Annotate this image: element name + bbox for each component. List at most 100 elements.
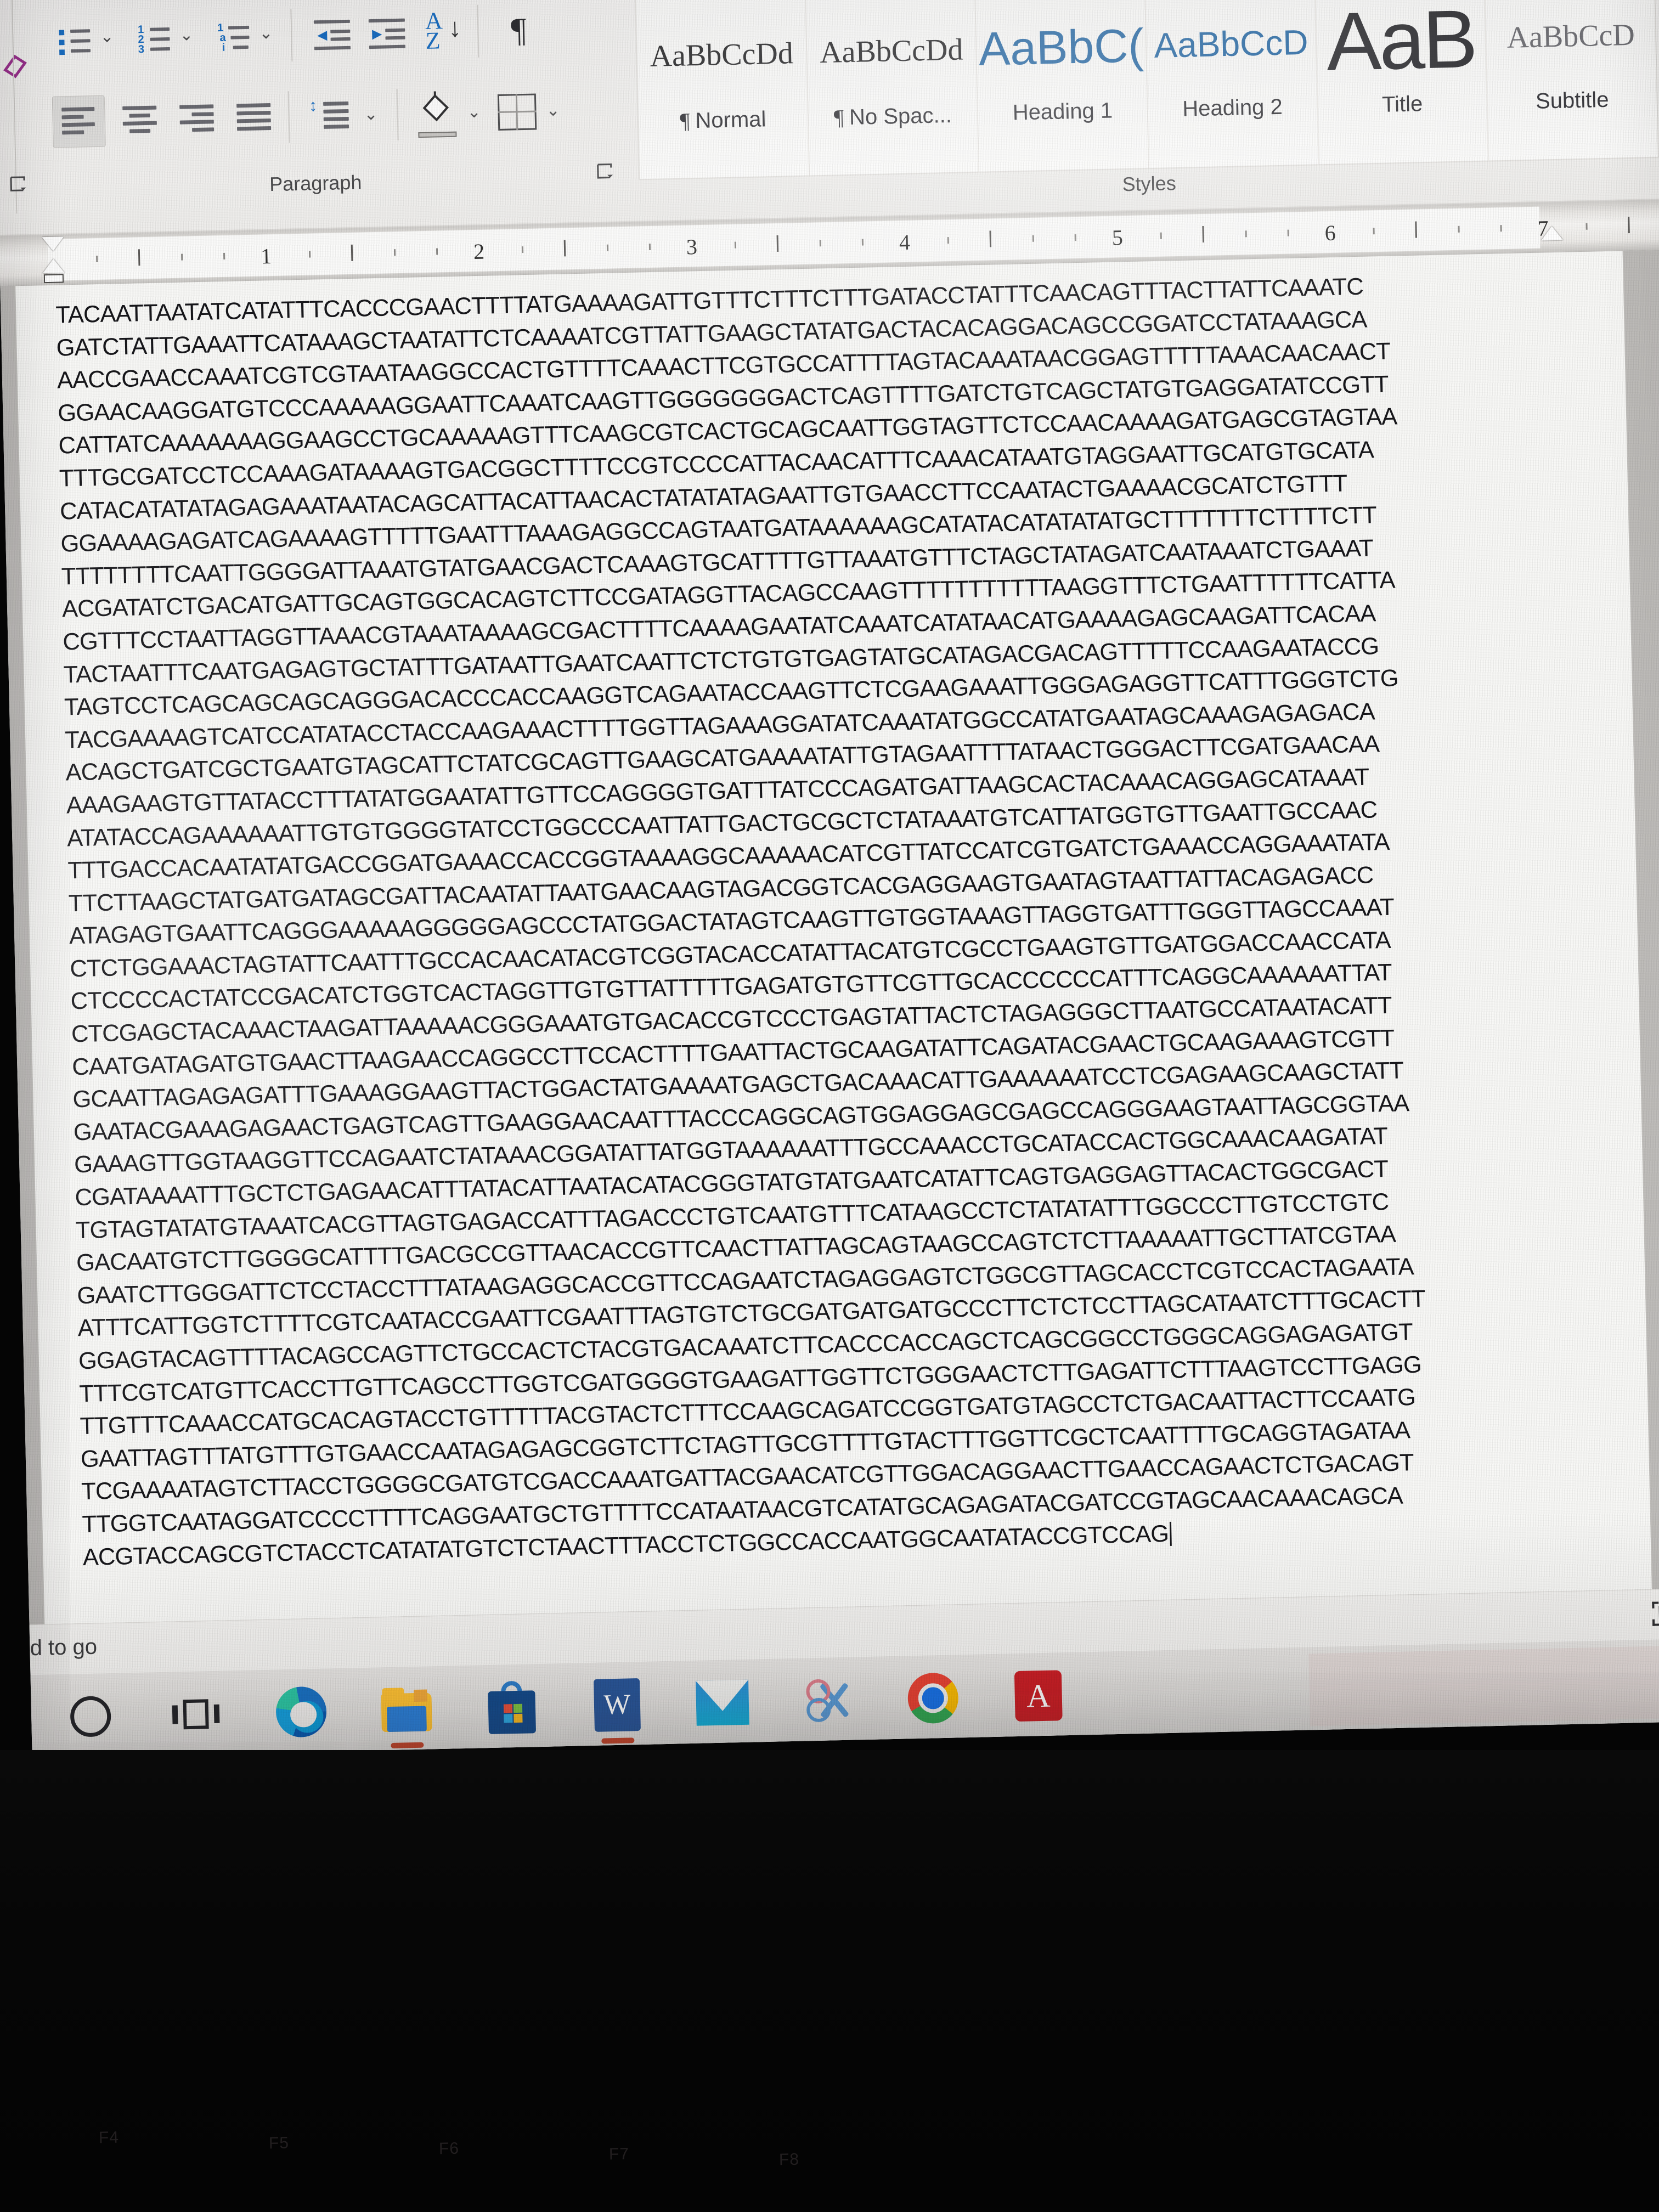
word-icon: W xyxy=(593,1678,641,1732)
style-sample-heading-2: AaBbCcD xyxy=(1153,22,1309,65)
style-item-subtitle[interactable]: AaBbCcD Subtitle xyxy=(1485,0,1658,161)
ruler-tick xyxy=(1245,230,1247,238)
marks-divider xyxy=(477,4,479,58)
styles-gallery: AaBbCcDd ¶ Normal AaBbCcDd ¶ No Spac... … xyxy=(634,0,1659,180)
style-label-no-spacing: ¶ No Spac... xyxy=(833,103,952,130)
multilevel-list-button[interactable]: 1 a i xyxy=(214,16,253,56)
show-formatting-marks-button[interactable]: ¶ xyxy=(499,8,538,53)
style-item-heading-2[interactable]: AaBbCcD Heading 2 xyxy=(1145,0,1319,168)
shading-button[interactable] xyxy=(413,85,461,141)
acrobat-icon: A xyxy=(1014,1670,1063,1722)
store-icon xyxy=(488,1680,537,1735)
bullets-button[interactable]: ■ ■ ■ xyxy=(55,20,94,59)
style-label-normal: ¶ Normal xyxy=(679,107,766,133)
style-item-no-spacing[interactable]: AaBbCcDd ¶ No Spac... xyxy=(805,0,980,176)
numbering-button[interactable]: 1 2 3 xyxy=(134,18,174,58)
pilcrow-icon: ¶ xyxy=(510,11,527,49)
first-line-indent-marker[interactable] xyxy=(42,236,64,252)
document-area[interactable]: TACAATTAATATCATATTTCACCCGAACTTTTATGAAAAG… xyxy=(0,250,1659,1625)
justify-button[interactable] xyxy=(229,92,279,144)
ruler-tick xyxy=(521,246,523,253)
laptop-keyboard-area: F4 F5 F6 F7 F8 xyxy=(0,1750,1659,2212)
ruler-tick xyxy=(95,255,98,263)
taskbar-highlight-region xyxy=(1308,1645,1659,1726)
taskbar-acrobat[interactable]: A xyxy=(1012,1669,1065,1723)
taskbar-file-explorer[interactable] xyxy=(380,1683,433,1748)
ruler-tick xyxy=(1075,234,1077,241)
key-f7[interactable]: F7 xyxy=(609,2145,630,2164)
borders-chevron-down-icon[interactable]: ⌄ xyxy=(546,101,560,121)
ruler-tick xyxy=(308,251,311,258)
ruler-tick xyxy=(1032,235,1034,242)
ruler-half-tick xyxy=(1415,221,1418,238)
mail-icon xyxy=(696,1679,749,1726)
key-f8[interactable]: F8 xyxy=(779,2151,800,2170)
style-sample-normal: AaBbCcDd xyxy=(649,36,794,74)
taskbar-word[interactable]: W xyxy=(590,1678,644,1744)
key-f5[interactable]: F5 xyxy=(269,2134,290,2153)
dna-sequence-text[interactable]: TACAATTAATATCATATTTCACCCGAACTTTTATGAAAAG… xyxy=(55,267,1586,1574)
laptop-screen: Review View Help ■ xyxy=(0,0,1659,1758)
key-f6[interactable]: F6 xyxy=(439,2140,460,2159)
increase-indent-icon: ► xyxy=(368,15,409,50)
numbering-chevron-down-icon[interactable]: ⌄ xyxy=(179,25,194,45)
style-item-normal[interactable]: AaBbCcDd ¶ Normal xyxy=(635,0,810,179)
multilevel-list-chevron-down-icon[interactable]: ⌄ xyxy=(259,24,273,43)
taskbar-chrome[interactable] xyxy=(906,1671,960,1725)
paragraph-group-label: Paragraph xyxy=(269,171,362,196)
taskbar-microsoft-store[interactable] xyxy=(485,1680,539,1735)
borders-button[interactable] xyxy=(493,86,541,138)
ruler-number: 7 xyxy=(1537,216,1549,241)
running-indicator xyxy=(391,1742,424,1748)
editor-status-text[interactable]: od to go xyxy=(18,1635,98,1661)
style-label-subtitle: Subtitle xyxy=(1535,87,1609,114)
word-ribbon: Review View Help ■ xyxy=(0,0,1659,236)
left-indent-marker[interactable] xyxy=(43,274,64,284)
ruler-half-tick xyxy=(138,249,140,266)
paragraph-dialog-launcher[interactable] xyxy=(9,175,28,199)
style-sample-no-spacing: AaBbCcDd xyxy=(819,32,964,70)
decrease-indent-button[interactable]: ◄ xyxy=(313,14,356,54)
align-right-button[interactable] xyxy=(172,93,222,145)
task-view-icon xyxy=(172,1695,220,1734)
taskbar-edge[interactable] xyxy=(274,1685,328,1739)
taskbar-items: W A xyxy=(64,1659,1065,1753)
text-caret xyxy=(1169,1521,1172,1546)
ruler-tick xyxy=(1585,223,1588,230)
decrease-indent-icon: ◄ xyxy=(313,16,354,52)
focus-mode-icon[interactable] xyxy=(1652,1601,1659,1626)
hanging-indent-marker[interactable] xyxy=(42,258,65,274)
key-f4[interactable]: F4 xyxy=(99,2129,120,2148)
paint-bucket-icon xyxy=(416,89,458,138)
bullets-chevron-down-icon[interactable]: ⌄ xyxy=(100,27,114,47)
increase-indent-button[interactable]: ► xyxy=(368,13,410,52)
ruler-half-tick xyxy=(989,230,992,247)
align-left-button[interactable] xyxy=(52,95,106,148)
taskbar-task-view[interactable] xyxy=(169,1688,223,1741)
indent-divider xyxy=(290,9,293,62)
align-right-icon xyxy=(178,102,215,136)
shading-chevron-down-icon[interactable]: ⌄ xyxy=(467,103,481,122)
align-center-button[interactable] xyxy=(115,94,165,146)
style-label-title: Title xyxy=(1381,92,1423,117)
taskbar-snipping-tool[interactable] xyxy=(801,1674,855,1728)
paragraph-dialog-launcher-right[interactable] xyxy=(596,162,615,185)
ruler-tick xyxy=(1500,225,1503,232)
line-spacing-chevron-down-icon[interactable]: ⌄ xyxy=(364,105,378,125)
style-sample-subtitle: AaBbCcD xyxy=(1506,18,1635,55)
style-item-heading-1[interactable]: AaBbC( Heading 1 xyxy=(975,0,1150,172)
taskbar-mail[interactable] xyxy=(696,1676,749,1730)
style-item-title[interactable]: AaB Title xyxy=(1315,0,1489,165)
ruler-tick xyxy=(947,237,949,244)
ruler-tick xyxy=(1160,232,1162,239)
taskbar-search[interactable] xyxy=(64,1690,117,1743)
line-spacing-button[interactable]: ↕ xyxy=(303,90,357,143)
ruler-number: 5 xyxy=(1111,225,1124,250)
edge-icon xyxy=(275,1686,328,1738)
sort-button[interactable]: A Z ↓ xyxy=(423,7,465,55)
ruler-half-tick xyxy=(563,240,566,257)
shading-divider xyxy=(396,88,399,141)
document-page[interactable]: TACAATTAATATCATATTTCACCCGAACTTTTATGAAAAG… xyxy=(15,251,1652,1624)
ruler-tick xyxy=(606,244,608,251)
ruler-half-tick xyxy=(1202,225,1205,243)
